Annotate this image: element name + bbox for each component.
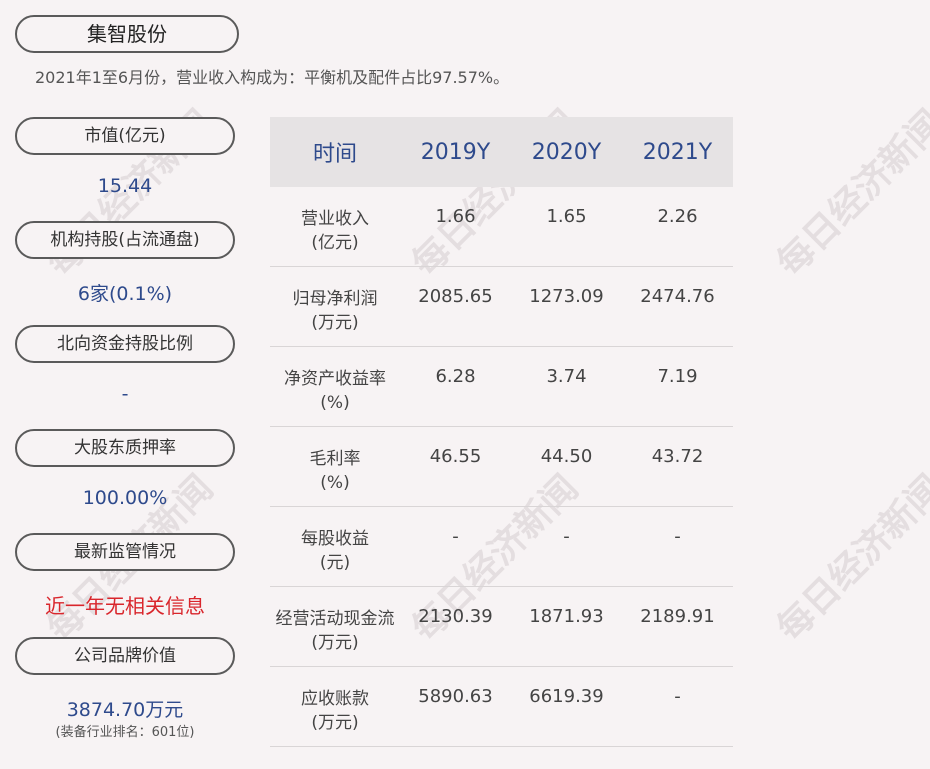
row-label: 毛利率 (%)	[309, 449, 361, 493]
row-label: 每股收益 (元)	[301, 529, 369, 573]
cell-value: 44.50	[540, 446, 593, 467]
table-header: 时间 2019Y 2020Y 2021Y	[270, 117, 733, 187]
table-row: 应收账款 (万元) 5890.63 6619.39 -	[270, 667, 733, 747]
table-row: 毛利率 (%) 46.55 44.50 43.72	[270, 427, 733, 507]
cell-value: -	[452, 526, 459, 547]
table-row: 每股收益 (元) - - -	[270, 507, 733, 587]
watermark: 每日经济新闻	[769, 102, 930, 285]
table-row: 归母净利润 (万元) 2085.65 1273.09 2474.76	[270, 267, 733, 347]
row-label: 应收账款 (万元)	[301, 689, 369, 733]
northbound-holding-value: -	[121, 383, 129, 405]
cell-value: 2085.65	[418, 286, 493, 307]
cell-value: 6619.39	[529, 686, 604, 707]
cell-value: 1.66	[435, 206, 476, 227]
pledge-ratio-value: 100.00%	[82, 487, 168, 509]
cell-value: 2474.76	[640, 286, 715, 307]
table-row: 经营活动现金流 (万元) 2130.39 1871.93 2189.91	[270, 587, 733, 667]
header-time: 时间	[312, 142, 357, 167]
row-label: 归母净利润 (万元)	[292, 289, 378, 333]
row-label: 经营活动现金流 (万元)	[275, 609, 395, 653]
cell-value: 1871.93	[529, 606, 604, 627]
watermark: 每日经济新闻	[769, 467, 930, 650]
brand-value-value: 3874.70万元	[66, 699, 184, 721]
row-label: 净资产收益率 (%)	[284, 369, 386, 413]
header-2021: 2021Y	[642, 139, 713, 165]
regulation-value: 近一年无相关信息	[45, 594, 205, 618]
cell-value: 46.55	[429, 446, 482, 467]
brand-rank-note: (装备行业排名：601位)	[55, 725, 195, 740]
northbound-holding-label: 北向资金持股比例	[15, 325, 235, 363]
row-label: 营业收入 (亿元)	[301, 209, 369, 253]
cell-value: 2130.39	[418, 606, 493, 627]
market-cap-label: 市值(亿元)	[15, 117, 235, 155]
cell-value: -	[674, 686, 681, 707]
regulation-label: 最新监管情况	[15, 533, 235, 571]
cell-value: 6.28	[435, 366, 476, 387]
cell-value: 2.26	[657, 206, 698, 227]
header-2019: 2019Y	[420, 139, 491, 165]
table-row: 营业收入 (亿元) 1.66 1.65 2.26	[270, 187, 733, 267]
cell-value: 43.72	[651, 446, 704, 467]
company-title: 集智股份	[15, 15, 239, 53]
cell-value: 1273.09	[529, 286, 604, 307]
institution-holding-label: 机构持股(占流通盘)	[15, 221, 235, 259]
header-2020: 2020Y	[531, 139, 602, 165]
cell-value: 7.19	[657, 366, 698, 387]
cell-value: 1.65	[546, 206, 587, 227]
cell-value: 3.74	[546, 366, 587, 387]
financial-table: 时间 2019Y 2020Y 2021Y 营业收入 (亿元) 1.66 1.65 …	[270, 117, 733, 747]
brand-value-label: 公司品牌价值	[15, 637, 235, 675]
institution-holding-value: 6家(0.1%)	[77, 283, 173, 305]
table-row: 净资产收益率 (%) 6.28 3.74 7.19	[270, 347, 733, 427]
pledge-ratio-label: 大股东质押率	[15, 429, 235, 467]
cell-value: 2189.91	[640, 606, 715, 627]
cell-value: -	[674, 526, 681, 547]
cell-value: -	[563, 526, 570, 547]
market-cap-value: 15.44	[97, 175, 153, 197]
cell-value: 5890.63	[418, 686, 493, 707]
revenue-summary: 2021年1至6月份，营业收入构成为：平衡机及配件占比97.57%。	[35, 68, 510, 87]
